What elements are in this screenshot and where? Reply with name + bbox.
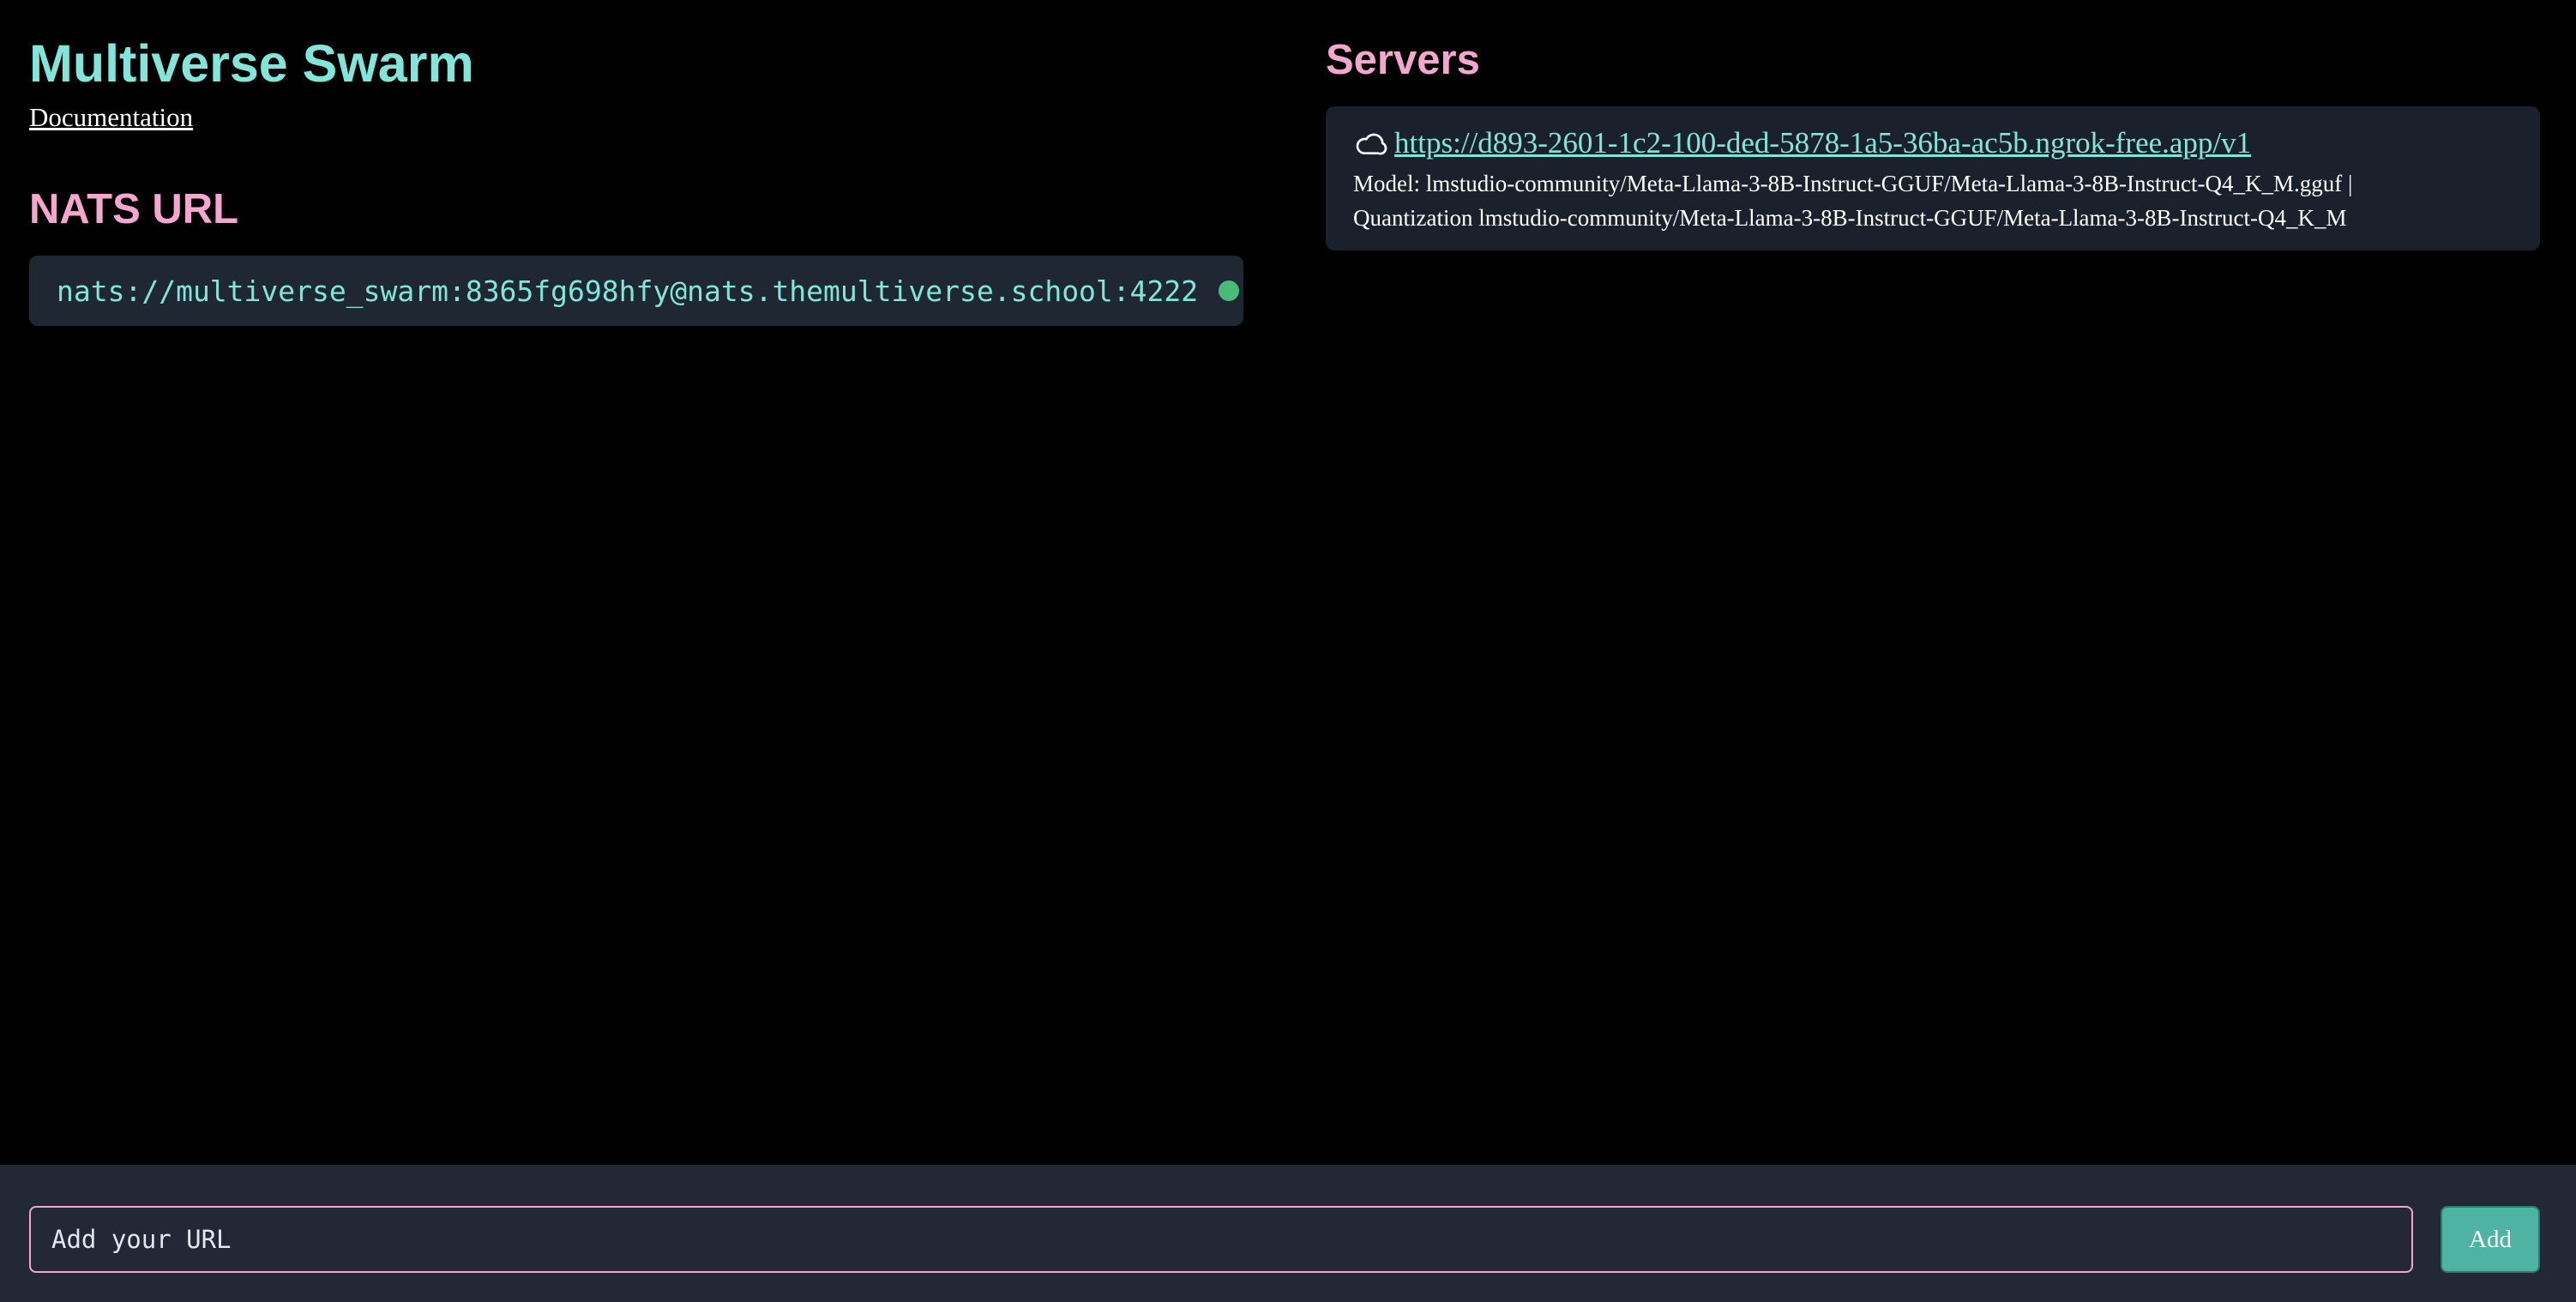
add-url-input[interactable] bbox=[29, 1206, 2413, 1273]
documentation-link[interactable]: Documentation bbox=[29, 101, 193, 134]
cloud-icon bbox=[1353, 126, 1387, 160]
server-model-info: Model: lmstudio-community/Meta-Llama-3-8… bbox=[1353, 171, 2353, 231]
nats-url-heading: NATS URL bbox=[29, 186, 239, 232]
server-url-link[interactable]: https://d893-2601-1c2-100-ded-5878-1a5-3… bbox=[1394, 126, 2251, 160]
left-column: Multiverse Swarm Documentation NATS URL … bbox=[29, 31, 1243, 326]
servers-heading: Servers bbox=[1326, 37, 1480, 83]
connection-status-dot bbox=[1219, 280, 1240, 301]
app-title: Multiverse Swarm bbox=[29, 34, 474, 93]
server-url-row: https://d893-2601-1c2-100-ded-5878-1a5-3… bbox=[1353, 124, 2513, 163]
add-url-bar: Add bbox=[0, 1165, 2576, 1302]
server-card: https://d893-2601-1c2-100-ded-5878-1a5-3… bbox=[1326, 106, 2540, 250]
right-column: Servers https://d893-2601-1c2-100-ded-58… bbox=[1326, 31, 2540, 250]
add-button[interactable]: Add bbox=[2441, 1206, 2540, 1273]
nats-url-box: nats://multiverse_swarm:8365fg698hfy@nat… bbox=[29, 256, 1243, 326]
nats-url-value: nats://multiverse_swarm:8365fg698hfy@nat… bbox=[57, 274, 1199, 308]
